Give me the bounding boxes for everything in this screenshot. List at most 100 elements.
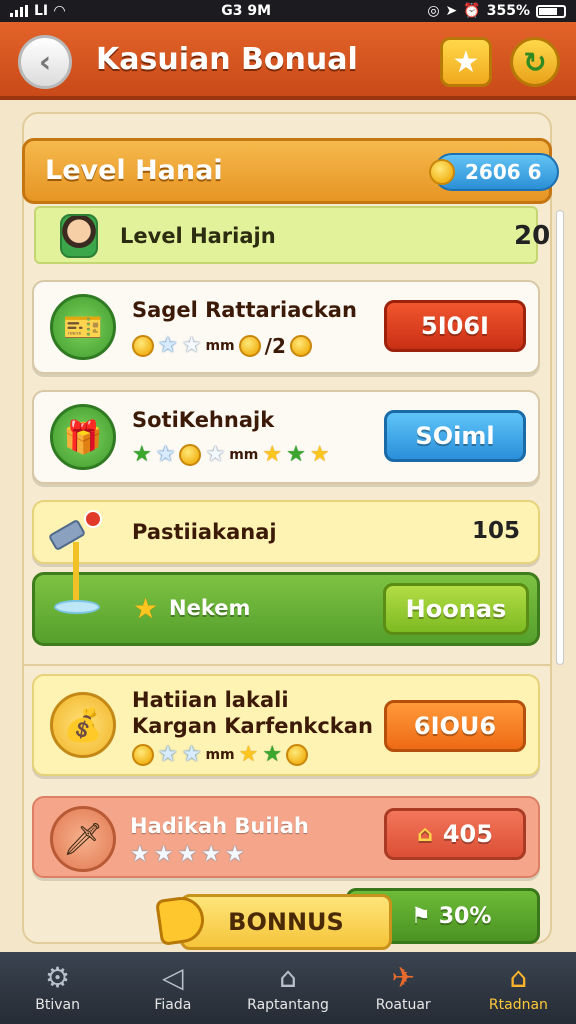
signal-icon <box>10 5 28 17</box>
avatar <box>60 214 98 258</box>
star-icon: ★ <box>132 442 152 467</box>
nav-label: Roatuar <box>375 997 431 1013</box>
bonus-percent: 30% <box>438 903 492 929</box>
coin-icon <box>286 744 309 766</box>
reward-items: ★ ★ mm /2 <box>132 334 312 358</box>
home-icon: ⌂ <box>279 961 297 994</box>
location-icon: ◎ <box>427 3 440 19</box>
back-button[interactable]: ‹ <box>18 35 72 89</box>
star-icon: ★ <box>153 842 174 867</box>
reward-card: 🎁 SotiKehnajk ★ ★ ★ mm ★ ★ ★ SOiml <box>32 390 540 484</box>
star-icon: ★ <box>286 442 306 467</box>
claim-button[interactable]: 5I06I <box>384 300 526 352</box>
reward-title: Hadikah Builah <box>130 814 309 838</box>
refresh-icon: ↻ <box>523 45 547 79</box>
page-title: Kasuian Bonual <box>96 42 358 77</box>
star-icon: ★ <box>452 44 480 80</box>
reward-items: ★ ★ ★ mm ★ ★ ★ <box>132 444 330 466</box>
level-row: Level Hariajn 20 <box>34 206 550 264</box>
star-icon: ★ <box>309 442 330 467</box>
carrier-label: LI <box>34 3 49 19</box>
coin-balance[interactable]: 2606 6 <box>429 153 559 191</box>
level-banner: Level Hanai 2606 6 <box>22 138 559 204</box>
wifi-icon: ◠ <box>54 3 65 19</box>
star-icon: ★ <box>158 333 178 358</box>
header-bar: ‹ Kasuian Bonual ★ ↻ <box>0 22 576 100</box>
gift-box-icon: 🎁 <box>50 404 116 470</box>
reward-title-line2: Kargan Karfenkckan <box>132 714 373 738</box>
claim-button[interactable]: Hoonas <box>383 583 529 635</box>
reward-title: Pastiiakanaj <box>132 520 277 544</box>
claim-button[interactable]: ⌂ 405 <box>384 808 526 860</box>
reward-title: SotiKehnajk <box>132 408 275 432</box>
navigation-icon: ➤ <box>445 3 458 19</box>
chevron-left-icon: ‹ <box>38 44 52 80</box>
star-icon: ★ <box>201 842 221 867</box>
claim-button-label: 405 <box>442 820 493 848</box>
refresh-button[interactable]: ↻ <box>510 37 560 87</box>
star-icon: ★ <box>177 842 198 867</box>
nav-label: Rtadnan <box>488 997 548 1013</box>
bonus-button[interactable]: BONNUS <box>180 894 392 950</box>
star-icon: ★ <box>262 442 283 467</box>
map-icon: ✈ <box>391 961 415 994</box>
star-icon: ★ <box>155 442 176 467</box>
reward-text: mm <box>229 447 259 463</box>
coin-balance-value: 2606 6 <box>465 160 542 184</box>
reward-text: mm <box>205 747 235 763</box>
shop-icon: ⌂ <box>509 961 528 994</box>
star-icon: ★ <box>133 592 159 625</box>
bottom-nav: ⚙ Btivan ◁ Fiada ⌂ Raptantang ✈ Roatuar … <box>0 952 576 1024</box>
reward-items: ★ ★ ★ ★ ★ <box>130 844 245 866</box>
nav-item-fiada[interactable]: ◁ Fiada <box>115 952 230 1024</box>
flag-icon: ⚑ <box>411 903 431 929</box>
reward-title-line1: Hatiian lakali <box>132 688 289 712</box>
reward-count: /2 <box>264 334 286 358</box>
battery-icon <box>535 4 566 18</box>
coin-icon <box>179 444 202 466</box>
star-icon: ★ <box>205 442 226 467</box>
coin-icon <box>429 159 455 185</box>
nav-item-rtadnan[interactable]: ⌂ Rtadnan <box>461 952 576 1024</box>
star-icon: ★ <box>130 842 150 867</box>
star-icon: ★ <box>224 842 245 867</box>
star-icon: ★ <box>181 333 202 358</box>
reward-items: ★ ★ mm ★ ★ <box>132 742 309 767</box>
status-bar: LI ◠ G3 9M ◎ ➤ ⏰ 355% <box>0 0 576 22</box>
reward-text: mm <box>205 338 235 354</box>
sword-icon: 🗡 <box>50 806 116 872</box>
pushpin-icon <box>40 508 124 624</box>
battery-percent: 355% <box>486 3 530 19</box>
section-divider <box>22 664 552 666</box>
star-icon: ★ <box>238 742 259 767</box>
claim-button[interactable]: SOiml <box>384 410 526 462</box>
reward-value: 105 <box>472 518 521 544</box>
treasure-chest-icon: 💰 <box>50 692 116 758</box>
nav-label: Raptantang <box>247 997 329 1013</box>
nav-item-roatuar[interactable]: ✈ Roatuar <box>346 952 461 1024</box>
star-icon: ★ <box>262 742 283 767</box>
gear-icon: ⚙ <box>45 961 71 994</box>
reward-card: 💰 Hatiian lakali Kargan Karfenkckan ★ ★ … <box>32 674 540 776</box>
favorites-button[interactable]: ★ <box>440 37 492 87</box>
castle-icon: ⌂ <box>417 821 433 847</box>
coin-icon <box>132 744 154 766</box>
star-icon: ★ <box>158 742 178 767</box>
coin-icon <box>238 335 261 357</box>
level-row-value: 20 <box>514 221 551 251</box>
level-banner-title: Level Hanai <box>45 155 223 186</box>
clock: G3 9M <box>221 3 272 19</box>
star-icon: ★ <box>181 742 202 767</box>
bar-label: Nekem <box>169 596 251 620</box>
nav-item-raptantang[interactable]: ⌂ Raptantang <box>230 952 345 1024</box>
claim-button[interactable]: 6IOU6 <box>384 700 526 752</box>
scrollbar[interactable] <box>556 210 564 665</box>
reward-card: 🎫 Sagel Rattariackan ★ ★ mm /2 5I06I <box>32 280 540 374</box>
send-icon: ◁ <box>162 961 184 994</box>
level-row-label: Level Hariajn <box>120 224 276 248</box>
alarm-icon: ⏰ <box>463 3 481 19</box>
coin-icon <box>132 335 154 357</box>
nav-item-btivan[interactable]: ⚙ Btivan <box>0 952 115 1024</box>
reward-card: 🗡 Hadikah Builah ★ ★ ★ ★ ★ ⌂ 405 <box>32 796 540 878</box>
ticket-icon: 🎫 <box>50 294 116 360</box>
